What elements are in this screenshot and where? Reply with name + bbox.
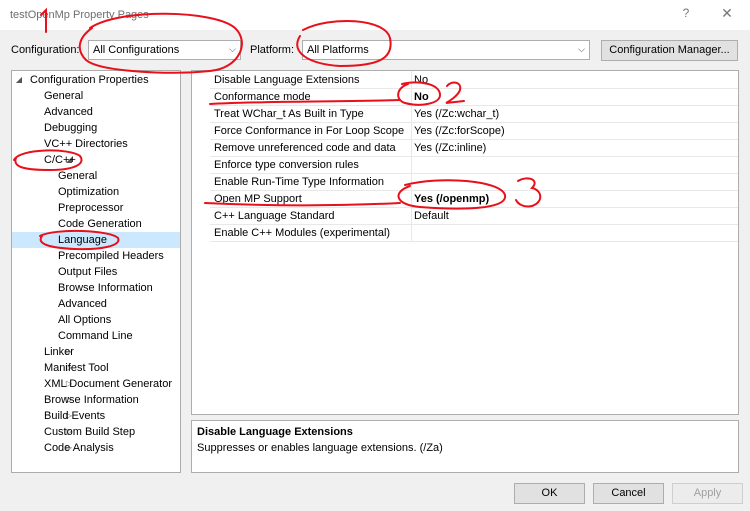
tree-item-label: Advanced — [58, 296, 107, 312]
configuration-dropdown[interactable]: All Configurations ⌵ — [88, 40, 241, 60]
description-panel: Disable Language Extensions Suppresses o… — [191, 420, 739, 473]
property-name: Disable Language Extensions — [214, 74, 360, 86]
cancel-button[interactable]: Cancel — [593, 483, 664, 504]
property-value[interactable]: Default — [414, 210, 449, 222]
expanded-icon[interactable]: ◢ — [14, 72, 24, 88]
tree-item-label: Configuration Properties — [30, 72, 149, 88]
property-row[interactable]: Enable Run-Time Type Information — [210, 174, 738, 191]
tree-item-label: Linker — [44, 344, 74, 360]
property-row[interactable]: Disable Language Extensions No — [210, 72, 738, 89]
tree-item-language[interactable]: Language — [12, 232, 180, 248]
property-name: Force Conformance in For Loop Scope — [214, 125, 404, 137]
property-value[interactable]: No — [414, 74, 428, 86]
property-row[interactable]: Force Conformance in For Loop Scope Yes (… — [210, 123, 738, 140]
tree-item-label: All Options — [58, 312, 111, 328]
property-grid[interactable]: Disable Language ExtensionsNoConformance… — [191, 70, 739, 415]
platform-label: Platform: — [250, 44, 294, 56]
tree-item-label: Debugging — [44, 120, 97, 136]
tree-item-label: Advanced — [44, 104, 93, 120]
apply-button[interactable]: Apply — [672, 483, 743, 504]
tree-item-label: Custom Build Step — [44, 424, 135, 440]
tree-item-label: XML Document Generator — [44, 376, 172, 392]
property-name: C++ Language Standard — [214, 210, 335, 222]
title-bar: testOpenMp Property Pages ? ✕ — [0, 0, 750, 30]
tree-item-label: VC++ Directories — [44, 136, 128, 152]
tree-item-label: Preprocessor — [58, 200, 123, 216]
tree-item-label: General — [58, 168, 97, 184]
window-title: testOpenMp Property Pages — [10, 9, 149, 21]
tree-item-label: Code Generation — [58, 216, 142, 232]
property-row[interactable]: Remove unreferenced code and data Yes (/Z… — [210, 140, 738, 157]
property-tree[interactable]: ◢ Configuration Properties GeneralAdvanc… — [11, 70, 181, 473]
tree-item-label: Manifest Tool — [44, 360, 109, 376]
tree-item-label: C/C++ — [44, 152, 76, 168]
property-row[interactable]: Open MP Support Yes (/openmp) — [210, 191, 738, 208]
property-name: Conformance mode — [214, 91, 311, 103]
tree-item-label: Code Analysis — [44, 440, 114, 456]
platform-value: All Platforms — [307, 44, 369, 56]
property-row[interactable]: Enforce type conversion rules — [210, 157, 738, 174]
help-icon[interactable]: ? — [678, 6, 694, 22]
property-value[interactable]: Yes (/Zc:forScope) — [414, 125, 505, 137]
tree-item-label: Output Files — [58, 264, 117, 280]
property-name: Open MP Support — [214, 193, 302, 205]
property-value[interactable]: Yes (/Zc:wchar_t) — [414, 108, 499, 120]
tree-item-label: General — [44, 88, 83, 104]
property-value[interactable]: No — [414, 91, 429, 103]
tree-item-label: Build Events — [44, 408, 105, 424]
tree-item-label: Optimization — [58, 184, 119, 200]
ok-button[interactable]: OK — [514, 483, 585, 504]
chevron-down-icon: ⌵ — [229, 44, 236, 55]
property-row[interactable]: Enable C++ Modules (experimental) — [210, 225, 738, 242]
property-row[interactable]: Treat WChar_t As Built in Type Yes (/Zc:w… — [210, 106, 738, 123]
description-text: Suppresses or enables language extension… — [197, 442, 443, 454]
description-title: Disable Language Extensions — [197, 426, 353, 438]
chevron-down-icon: ⌵ — [578, 44, 585, 55]
configuration-value: All Configurations — [93, 44, 179, 56]
property-row[interactable]: C++ Language Standard Default — [210, 208, 738, 225]
property-name: Enforce type conversion rules — [214, 159, 359, 171]
property-name: Enable Run-Time Type Information — [214, 176, 384, 188]
tree-item-label: Command Line — [58, 328, 133, 344]
configuration-manager-button[interactable]: Configuration Manager... — [601, 40, 738, 61]
close-icon[interactable]: ✕ — [717, 5, 737, 23]
platform-dropdown[interactable]: All Platforms ⌵ — [302, 40, 590, 60]
property-name: Treat WChar_t As Built in Type — [214, 108, 364, 120]
configuration-label: Configuration: — [11, 44, 80, 56]
property-value[interactable]: Yes (/Zc:inline) — [414, 142, 486, 154]
property-row[interactable]: Conformance mode No — [210, 89, 738, 106]
tree-item-label: Precompiled Headers — [58, 248, 164, 264]
property-value[interactable]: Yes (/openmp) — [414, 193, 489, 205]
property-name: Enable C++ Modules (experimental) — [214, 227, 390, 239]
tree-item-label: Browse Information — [44, 392, 139, 408]
tree-item-label: Language — [58, 232, 107, 248]
tree-item-label: Browse Information — [58, 280, 153, 296]
property-name: Remove unreferenced code and data — [214, 142, 396, 154]
